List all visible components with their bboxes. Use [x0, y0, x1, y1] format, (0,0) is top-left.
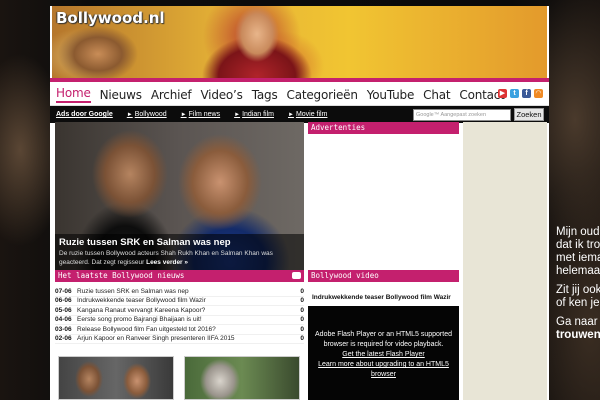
- side-ad-line: met iema: [556, 252, 600, 264]
- comment-count: 0: [300, 335, 304, 343]
- comment-count: 0: [300, 316, 304, 324]
- side-ad-line: Ga naar: [556, 316, 598, 328]
- triangle-icon: ►: [287, 112, 294, 118]
- flash-message: Adobe Flash Player or an HTML5 supported…: [315, 331, 452, 348]
- side-ad-line: of ken je i: [556, 297, 600, 309]
- news-thumbnail[interactable]: [184, 356, 300, 400]
- comment-count: 0: [300, 297, 304, 305]
- news-list: 07-06 Ruzie tussen SRK en Salman was nep…: [55, 287, 304, 344]
- read-more-link[interactable]: Lees verder »: [146, 259, 188, 266]
- banner-image-face: [58, 24, 138, 80]
- news-date: 02-06: [55, 335, 72, 343]
- html5-browser-link[interactable]: Learn more about upgrading to an HTML5 b…: [308, 360, 459, 380]
- triangle-icon: ►: [180, 112, 187, 118]
- ads-box-body: [308, 134, 459, 270]
- rss-icon[interactable]: ◠: [534, 89, 543, 98]
- ad-link[interactable]: ► Movie film: [288, 111, 327, 118]
- header-banner[interactable]: Bollywood.nl: [52, 6, 547, 80]
- page-container: Bollywood.nl Home Nieuws Archief Video’s…: [50, 6, 549, 400]
- ad-link[interactable]: ► Film news: [181, 111, 220, 118]
- news-date: 04-06: [55, 316, 72, 324]
- side-ad-line: Zit jij ook: [556, 284, 600, 296]
- ad-link[interactable]: ► Bollywood: [127, 111, 167, 118]
- triangle-icon: ►: [126, 112, 133, 118]
- side-advertisement[interactable]: Mijn oud dat ik tro met iema helemaa Zit…: [556, 226, 600, 342]
- side-ad-line: helemaa: [556, 265, 600, 277]
- nav-item-chat[interactable]: Chat: [423, 88, 450, 102]
- nav-item-nieuws[interactable]: Nieuws: [100, 88, 142, 102]
- hero-feature[interactable]: Ruzie tussen SRK en Salman was nep De ru…: [55, 122, 304, 270]
- search-button[interactable]: Zoeken: [514, 108, 544, 121]
- video-box-header: Bollywood video: [308, 270, 459, 282]
- side-ad-line: dat ik tro: [556, 239, 600, 251]
- ad-link[interactable]: ► Indian film: [234, 111, 274, 118]
- comment-count: 0: [300, 287, 304, 295]
- social-links: ▶ t f ◠: [498, 89, 543, 98]
- news-title[interactable]: Eerste song promo Bajrangi Bhaijaan is u…: [77, 316, 294, 323]
- news-date: 06-06: [55, 297, 72, 305]
- search-input[interactable]: Google™ Aangepast zoeken: [413, 109, 511, 121]
- facebook-icon[interactable]: f: [522, 89, 531, 98]
- list-item[interactable]: 07-06 Ruzie tussen SRK en Salman was nep…: [55, 287, 304, 297]
- hero-title[interactable]: Ruzie tussen SRK en Salman was nep: [59, 237, 300, 248]
- news-title[interactable]: Release Bollywood film Fan uitgesteld to…: [77, 326, 294, 333]
- list-item[interactable]: 02-06 Arjun Kapoor en Ranveer Singh pres…: [55, 335, 304, 344]
- list-item[interactable]: 05-06 Kangana Ranaut vervangt Kareena Ka…: [55, 306, 304, 316]
- side-ad-line: Mijn oud: [556, 226, 600, 238]
- news-box-title: Het laatste Bollywood nieuws: [58, 271, 185, 280]
- nav-item-videos[interactable]: Video’s: [200, 88, 242, 102]
- list-item[interactable]: 03-06 Release Bollywood film Fan uitgest…: [55, 325, 304, 335]
- hero-summary: De ruzie tussen Bollywood acteurs Shah R…: [59, 250, 273, 266]
- video-player[interactable]: Adobe Flash Player or an HTML5 supported…: [308, 306, 459, 400]
- ads-by-google-link[interactable]: Ads door Google: [56, 111, 113, 118]
- comment-count: 0: [300, 325, 304, 333]
- banner-border: [50, 78, 549, 82]
- news-box-header: Het laatste Bollywood nieuws: [55, 270, 304, 282]
- comment-count: 0: [300, 306, 304, 314]
- right-sidebar: [463, 122, 547, 400]
- news-date: 05-06: [55, 306, 72, 314]
- news-date: 07-06: [55, 287, 72, 295]
- triangle-icon: ►: [234, 112, 241, 118]
- chat-bubble-icon: [292, 272, 301, 279]
- news-thumbnail[interactable]: [58, 356, 174, 400]
- ad-links-bar: Ads door Google ► Bollywood ► Film news ► I…: [50, 106, 549, 123]
- flash-player-link[interactable]: Get the latest Flash Player: [308, 350, 459, 360]
- news-title[interactable]: Arjun Kapoor en Ranveer Singh presentere…: [77, 335, 294, 342]
- video-title[interactable]: Indrukwekkende teaser Bollywood film Waz…: [312, 294, 451, 301]
- hero-caption: Ruzie tussen SRK en Salman was nep De ru…: [55, 234, 304, 270]
- nav-item-tags[interactable]: Tags: [252, 88, 278, 102]
- twitter-icon[interactable]: t: [510, 89, 519, 98]
- side-ad-line: trouwen: [556, 329, 600, 341]
- ads-box-header: Advertenties: [308, 122, 459, 134]
- banner-image-illustration: [202, 6, 312, 80]
- youtube-icon[interactable]: ▶: [498, 89, 507, 98]
- nav-item-categorieen[interactable]: Categorieën: [287, 88, 358, 102]
- site-logo[interactable]: Bollywood.nl: [56, 9, 165, 27]
- list-item[interactable]: 04-06 Eerste song promo Bajrangi Bhaijaa…: [55, 316, 304, 325]
- news-title[interactable]: Indrukwekkende teaser Bollywood film Waz…: [77, 297, 294, 304]
- news-title[interactable]: Ruzie tussen SRK en Salman was nep: [77, 288, 294, 295]
- news-date: 03-06: [55, 325, 72, 333]
- news-title[interactable]: Kangana Ranaut vervangt Kareena Kapoor?: [77, 307, 294, 314]
- nav-item-youtube[interactable]: YouTube: [367, 88, 415, 102]
- main-nav: Home Nieuws Archief Video’s Tags Categor…: [50, 84, 549, 106]
- list-item[interactable]: 06-06 Indrukwekkende teaser Bollywood fi…: [55, 297, 304, 306]
- nav-item-home[interactable]: Home: [56, 86, 91, 103]
- nav-item-archief[interactable]: Archief: [151, 88, 192, 102]
